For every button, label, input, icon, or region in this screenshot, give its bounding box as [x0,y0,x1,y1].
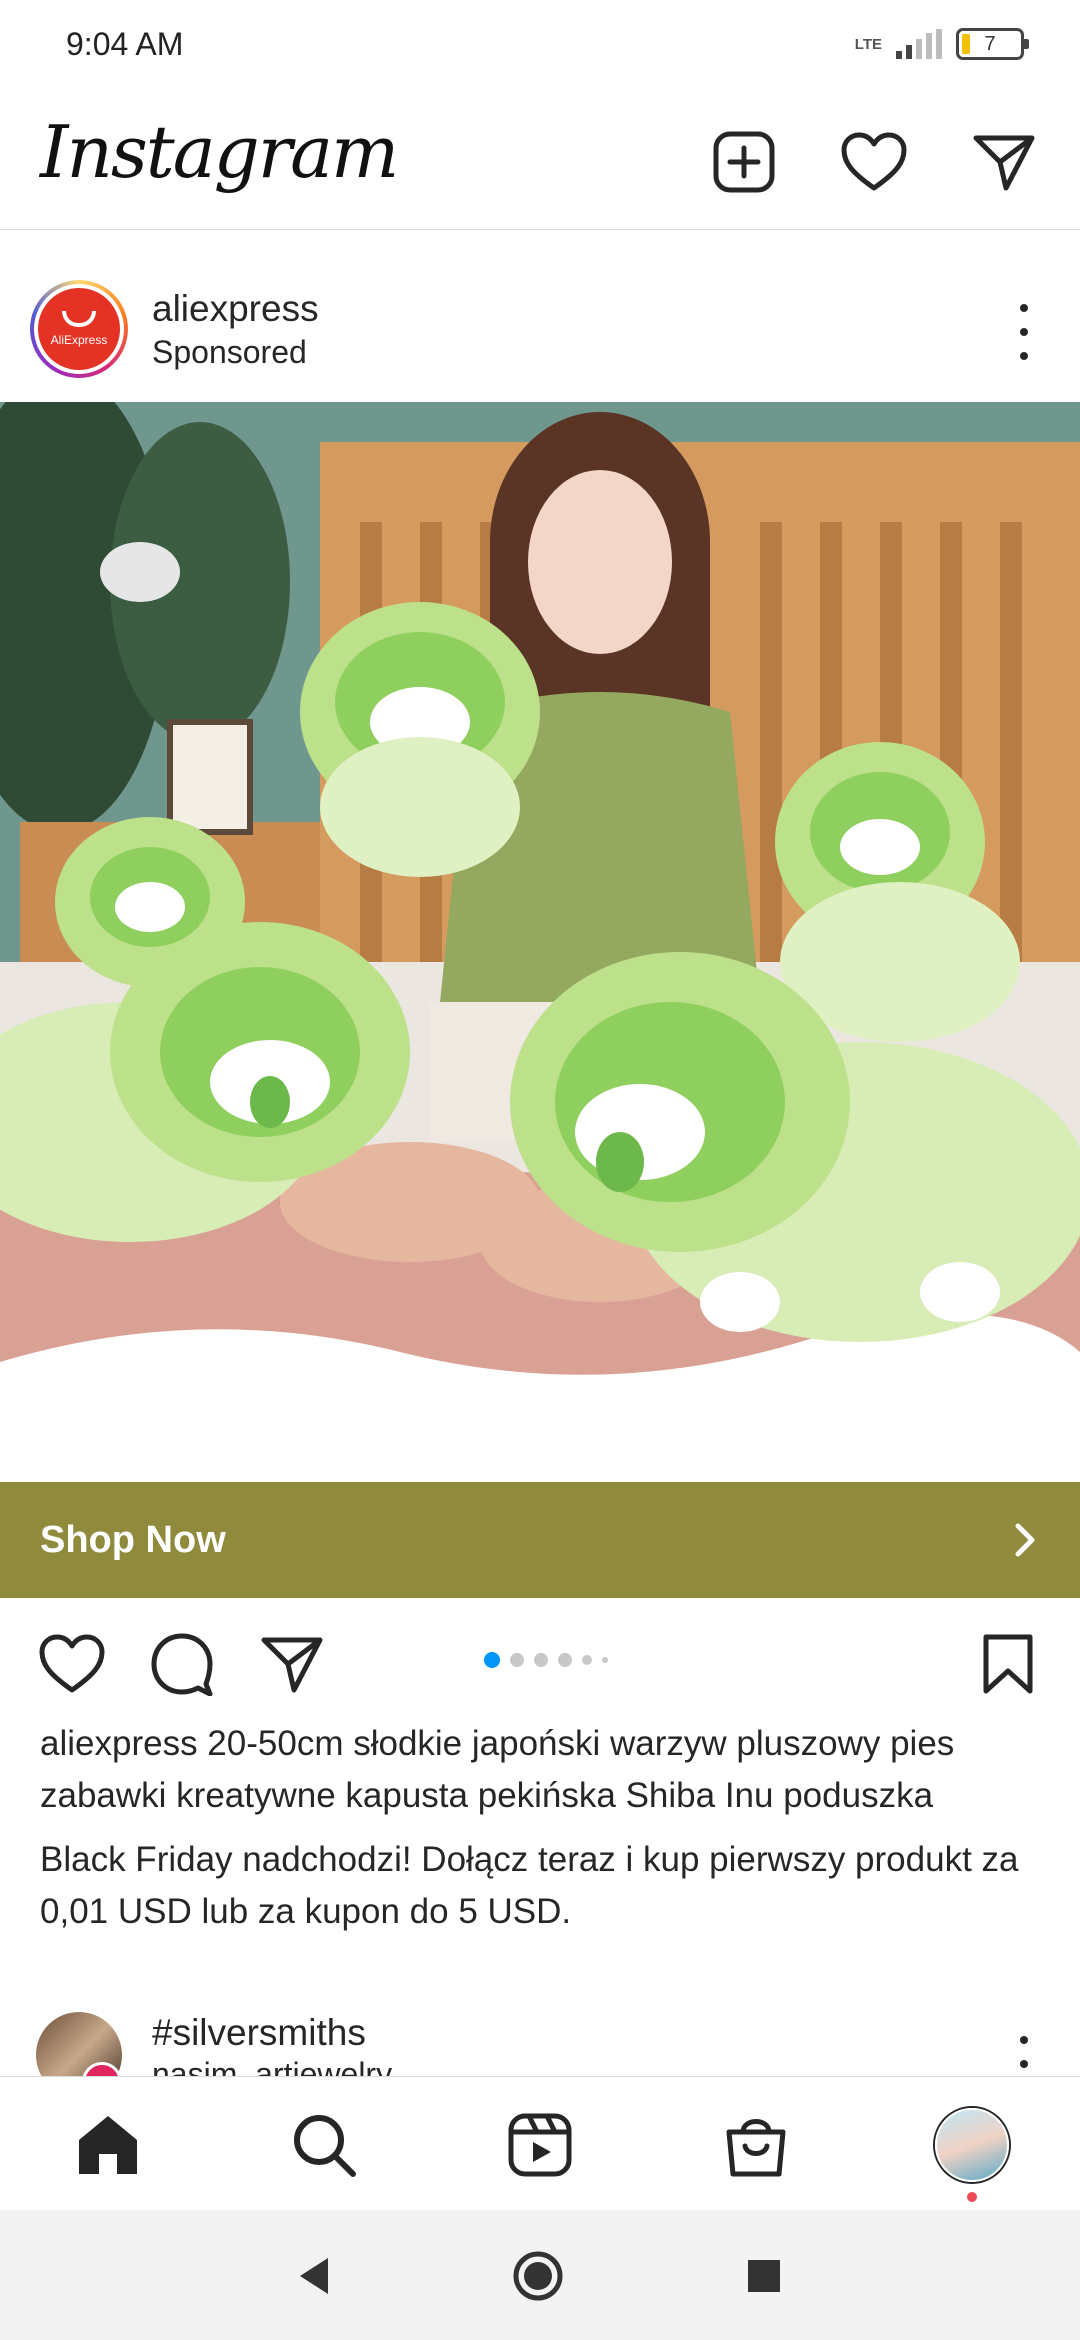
post-photo [0,402,1080,1482]
comment-icon[interactable] [146,1628,218,1700]
carousel-dot [484,1652,500,1668]
post-image[interactable] [0,402,1080,1482]
bookmark-icon[interactable] [972,1628,1044,1700]
next-post-header: #silversmiths nasim_artjewelry [0,2000,1080,2076]
search-icon[interactable] [286,2107,362,2183]
avatar-label: AliExpress [50,333,108,347]
recents-icon[interactable] [738,2250,790,2302]
signal-icon [896,29,942,59]
home-button-icon[interactable] [512,2250,564,2302]
like-icon[interactable] [36,1628,108,1700]
post-caption: aliexpress 20-50cm słodkie japoński warz… [40,1718,1050,1822]
carousel-dot [558,1653,572,1667]
next-post-username[interactable]: #silversmiths [152,2012,366,2054]
chevron-right-icon [1015,1523,1035,1557]
shop-icon[interactable] [718,2107,794,2183]
post-username[interactable]: aliexpress [152,288,319,330]
app-header: Instagram [0,96,1080,230]
back-icon[interactable] [288,2250,340,2302]
profile-tab[interactable] [934,2107,1010,2183]
carousel-dot [582,1655,592,1665]
carousel-indicator [484,1652,608,1668]
aliexpress-logo: AliExpress [38,288,120,370]
status-bar: 9:04 AM LTE 7 [0,0,1080,96]
carousel-dot [534,1653,548,1667]
shop-now-button[interactable]: Shop Now [0,1482,1080,1598]
share-icon[interactable] [256,1628,328,1700]
heart-icon[interactable] [834,122,914,202]
sponsored-label: Sponsored [152,334,307,370]
direct-message-icon[interactable] [964,122,1044,202]
reels-icon[interactable] [502,2107,578,2183]
more-options-icon[interactable] [1004,304,1044,360]
network-type: LTE [854,35,882,53]
battery-level: 7 [984,32,996,55]
post-header: AliExpress aliexpress Sponsored [0,230,1080,402]
status-time: 9:04 AM [66,26,184,62]
status-indicators: LTE 7 [854,28,1029,60]
home-icon[interactable] [70,2107,146,2183]
instagram-logo[interactable]: Instagram [40,110,399,194]
battery-icon: 7 [956,28,1029,60]
new-post-icon[interactable] [704,122,784,202]
carousel-dot [510,1653,524,1667]
more-options-icon[interactable] [1004,2036,1044,2076]
avatar[interactable]: AliExpress [30,280,128,378]
bottom-nav [0,2076,1080,2210]
shop-now-label: Shop Now [40,1518,226,1561]
next-post-subtitle: nasim_artjewelry [152,2056,393,2076]
notification-dot [967,2192,977,2202]
post-caption-secondary: Black Friday nadchodzi! Dołącz teraz i k… [40,1840,1019,1931]
header-actions [704,122,1044,202]
caption-username[interactable]: aliexpress [40,1724,198,1763]
carousel-dot [602,1657,608,1663]
profile-avatar[interactable] [935,2108,1009,2182]
system-navigation-bar [0,2210,1080,2340]
